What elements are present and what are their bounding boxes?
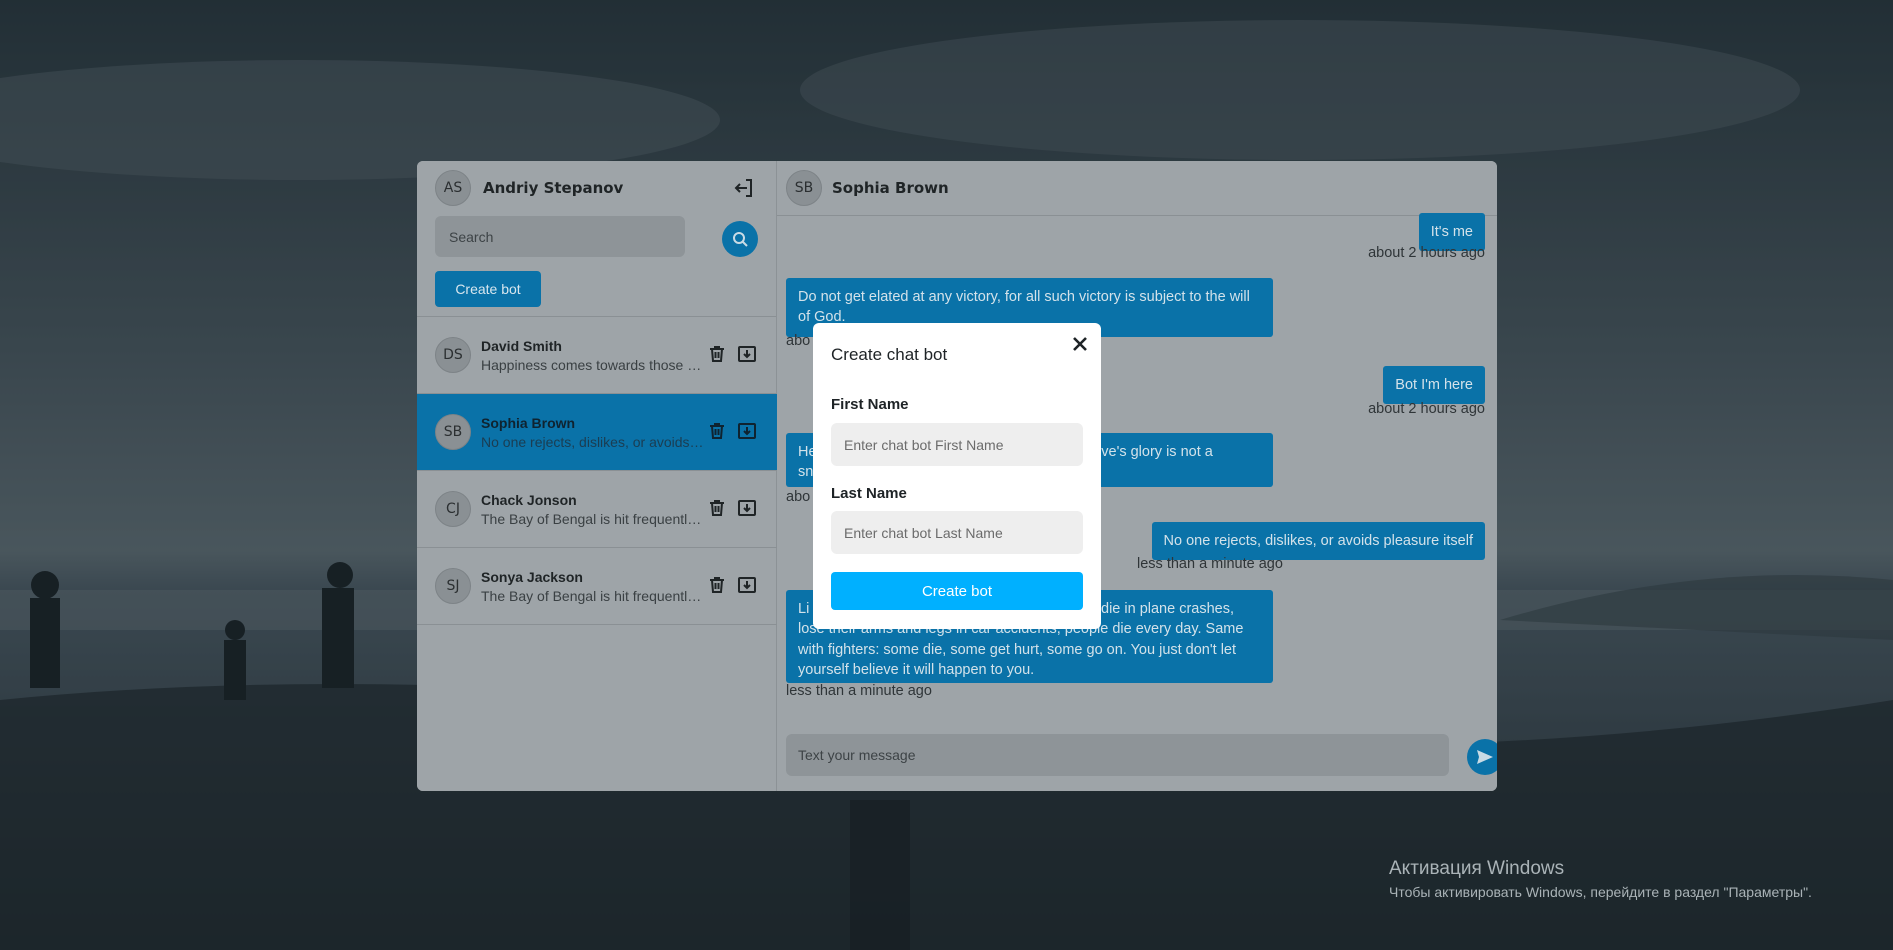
message-time: less than a minute ago: [786, 683, 932, 699]
message-time: less than a minute ago: [1137, 556, 1283, 572]
search-field[interactable]: [435, 216, 685, 257]
trash-icon[interactable]: [707, 344, 727, 364]
avatar: DS: [435, 337, 471, 373]
create-bot-button[interactable]: Create bot: [435, 271, 541, 307]
download-icon[interactable]: [737, 344, 757, 364]
create-bot-modal: Create chat bot First Name Last Name Cre…: [813, 323, 1101, 629]
message-text: sn: [798, 464, 814, 481]
message-input[interactable]: [786, 734, 1449, 776]
message-time: abo: [786, 333, 811, 349]
conversation-list: DS David Smith Happiness comes towards t…: [417, 317, 777, 625]
trash-icon[interactable]: [707, 498, 727, 518]
conversation-name: Sonya Jackson: [481, 568, 583, 585]
list-item[interactable]: DS David Smith Happiness comes towards t…: [417, 317, 777, 394]
message-time: about 2 hours ago: [1368, 245, 1485, 261]
list-item-active[interactable]: SB Sophia Brown No one rejects, dislikes…: [417, 394, 777, 471]
send-icon: [1477, 750, 1493, 764]
avatar: AS: [435, 170, 471, 206]
list-item[interactable]: SJ Sonya Jackson The Bay of Bengal is hi…: [417, 548, 777, 625]
last-name-field[interactable]: [831, 511, 1083, 554]
conversation-name: Chack Jonson: [481, 491, 577, 508]
list-item[interactable]: CJ Chack Jonson The Bay of Bengal is hit…: [417, 471, 777, 548]
search-icon: [733, 232, 748, 247]
avatar: CJ: [435, 491, 471, 527]
conversation-preview: The Bay of Bengal is hit frequently by c…: [481, 587, 706, 604]
download-icon[interactable]: [737, 498, 757, 518]
chat-contact-name: Sophia Brown: [832, 179, 949, 197]
search-button[interactable]: [722, 221, 758, 257]
conversation-name: David Smith: [481, 337, 562, 354]
first-name-input[interactable]: [831, 423, 1083, 466]
conversation-preview: Happiness comes towards those who...: [481, 356, 706, 373]
windows-activation-watermark: Активация Windows Чтобы активировать Win…: [1389, 858, 1812, 900]
trash-icon[interactable]: [707, 575, 727, 595]
chat-header: SB Sophia Brown: [786, 170, 949, 206]
message-sent: No one rejects, dislikes, or avoids plea…: [1151, 522, 1485, 561]
close-icon[interactable]: [1069, 333, 1091, 355]
sidebar: AS Andriy Stepanov Create bot DS David S…: [417, 161, 777, 791]
avatar: SJ: [435, 568, 471, 604]
avatar: SB: [435, 414, 471, 450]
download-icon[interactable]: [737, 575, 757, 595]
message-text: with fighters: some die, some get hurt, …: [798, 641, 1237, 658]
current-user-header: AS Andriy Stepanov: [435, 170, 758, 206]
message-time: about 2 hours ago: [1368, 401, 1485, 417]
last-name-label: Last Name: [831, 485, 907, 502]
first-name-label: First Name: [831, 396, 909, 413]
current-user-name: Andriy Stepanov: [483, 179, 624, 197]
message-time: abo: [786, 489, 811, 505]
download-icon[interactable]: [737, 421, 757, 441]
message-text: Li: [798, 601, 810, 617]
message-text: yourself believe it will happen to you.: [798, 661, 1035, 678]
conversation-name: Sophia Brown: [481, 414, 576, 431]
send-button[interactable]: [1467, 739, 1497, 775]
logout-icon[interactable]: [732, 176, 756, 200]
watermark-title: Активация Windows: [1389, 858, 1565, 879]
message-text: die in plane crashes,: [1101, 601, 1234, 617]
conversation-preview: The Bay of Bengal is hit frequently by c…: [481, 510, 706, 527]
first-name-field[interactable]: [831, 423, 1083, 466]
create-bot-submit-button[interactable]: Create bot: [831, 572, 1083, 610]
message-field[interactable]: [786, 734, 1449, 776]
trash-icon[interactable]: [707, 421, 727, 441]
message-sent: Bot I'm here: [1383, 366, 1485, 405]
avatar: SB: [786, 170, 822, 206]
watermark-subtitle: Чтобы активировать Windows, перейдите в …: [1389, 884, 1812, 900]
search-input[interactable]: [435, 216, 685, 257]
divider: [777, 215, 1497, 216]
last-name-input[interactable]: [831, 511, 1083, 554]
conversation-preview: No one rejects, dislikes, or avoids plea…: [481, 433, 706, 450]
modal-title: Create chat bot: [831, 345, 948, 364]
